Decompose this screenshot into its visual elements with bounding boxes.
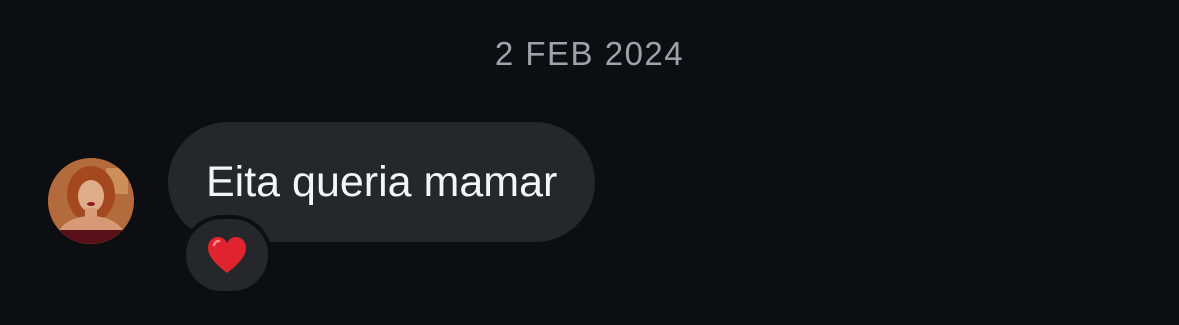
avatar-photo — [48, 158, 134, 244]
date-divider: 2 FEB 2024 — [494, 35, 685, 72]
red-heart-icon — [208, 237, 246, 273]
avatar[interactable] — [48, 158, 134, 244]
reaction-badge[interactable] — [182, 215, 272, 295]
message-text: Eita queria mamar — [206, 158, 558, 206]
